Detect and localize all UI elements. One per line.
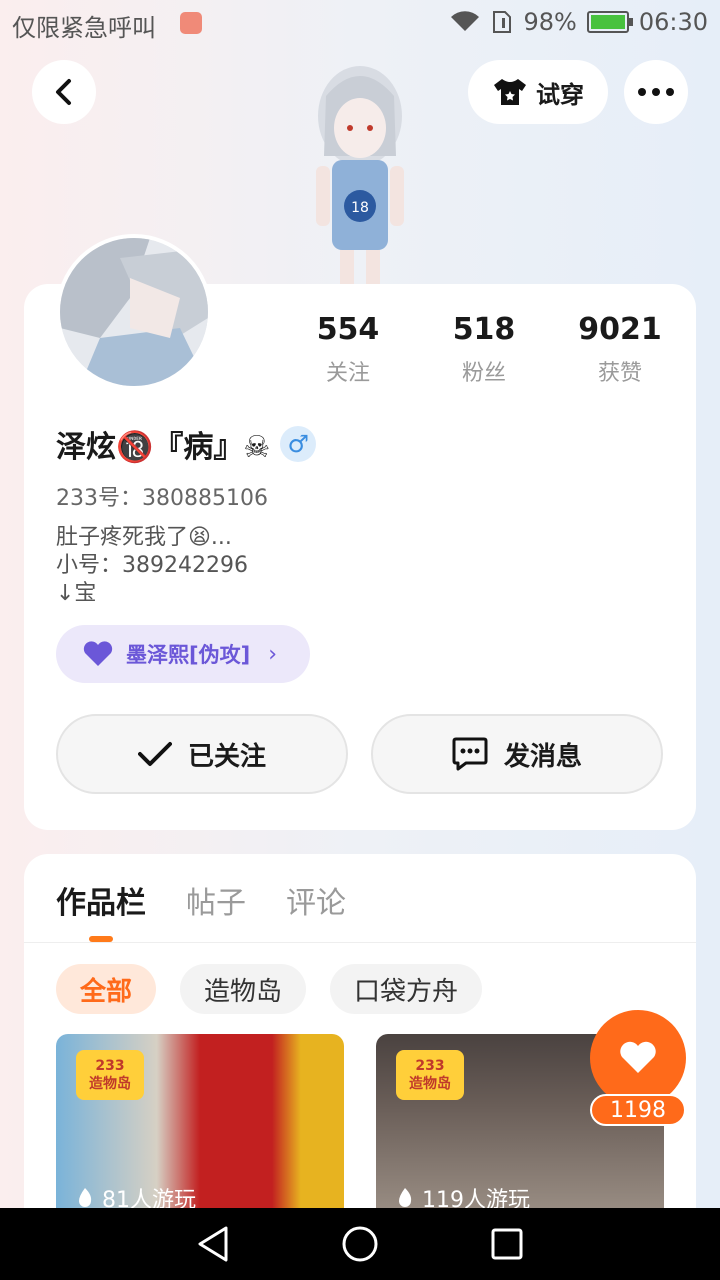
battery-percent: 98% (523, 8, 577, 36)
triangle-back-icon (198, 1226, 228, 1262)
tab-works[interactable]: 作品栏 (56, 878, 146, 922)
filter-creation-island[interactable]: 造物岛 (180, 964, 307, 1014)
stat-value: 554 (316, 312, 380, 347)
chat-bubble-icon (452, 737, 488, 771)
tab-comments[interactable]: 评论 (286, 878, 346, 922)
stat-label: 粉丝 (461, 361, 506, 386)
notification-app-icon (180, 12, 202, 34)
stat-label: 关注 (325, 361, 370, 386)
bio-line: 小号：389242296 (56, 553, 248, 578)
stat-following[interactable]: 554 关注 (280, 312, 416, 387)
square-recents-icon (491, 1228, 523, 1260)
stat-followers[interactable]: 518 粉丝 (416, 312, 552, 387)
wifi-icon (451, 11, 480, 32)
gender-male-icon: ♂ (280, 426, 317, 462)
carrier-text: 仅限紧急呼叫 (12, 14, 156, 42)
user-id[interactable]: 233号：380885106 (56, 480, 268, 512)
stat-value: 518 (452, 312, 516, 347)
flame-icon (79, 1188, 92, 1207)
works-tabs: 作品栏 帖子 评论 (56, 878, 346, 922)
svg-text:18: 18 (351, 200, 369, 216)
heart-icon (620, 1041, 656, 1073)
stat-label: 获赞 (597, 361, 642, 386)
message-button[interactable]: 发消息 (371, 714, 663, 794)
avatar-character-figure[interactable]: 18 (296, 56, 424, 286)
back-button[interactable] (32, 60, 96, 124)
battery-icon (586, 11, 633, 33)
relation-tag[interactable]: 墨泽熙[伪攻] › (56, 625, 310, 683)
system-nav-bar (0, 1208, 720, 1280)
follow-button-label: 已关注 (187, 741, 266, 772)
like-button[interactable] (590, 1010, 686, 1106)
filter-all[interactable]: 全部 (56, 964, 157, 1014)
clock: 06:30 (638, 8, 708, 36)
divider (24, 942, 696, 943)
platform-badge: 233 造物岛 (76, 1050, 144, 1100)
tshirt-icon (494, 79, 526, 105)
message-button-label: 发消息 (503, 741, 582, 772)
heart-icon (83, 641, 113, 666)
name-row: 泽炫🔞『病』☠ ♂ (56, 422, 317, 466)
bio-line: 肚子疼死我了😫... (56, 525, 232, 550)
status-icons: 98% 06:30 (449, 8, 708, 36)
nav-back-button[interactable] (193, 1224, 233, 1264)
chevron-left-icon (56, 79, 71, 105)
avatar-image (60, 238, 208, 386)
works-filters: 全部 造物岛 口袋方舟 (56, 964, 483, 1014)
more-button[interactable] (624, 60, 688, 124)
nav-recents-button[interactable] (487, 1224, 527, 1264)
chevron-right-icon: › (268, 641, 278, 667)
avatar[interactable] (56, 234, 212, 390)
try-on-label: 试穿 (536, 80, 584, 109)
bio: 肚子疼死我了😫... 小号：389242296 ↓宝 (56, 524, 248, 608)
check-icon (137, 742, 172, 766)
tab-posts[interactable]: 帖子 (186, 878, 246, 922)
stat-value: 9021 (578, 312, 662, 347)
platform-badge: 233 造物岛 (396, 1050, 464, 1100)
relation-tag-label: 墨泽熙[伪攻] (126, 643, 251, 667)
sim-icon (493, 11, 512, 33)
nav-home-button[interactable] (340, 1224, 380, 1264)
work-card[interactable]: 233 造物岛 81人游玩 (56, 1034, 344, 1214)
like-count: 1198 (590, 1094, 686, 1126)
circle-home-icon (342, 1226, 378, 1262)
filter-pocket-ark[interactable]: 口袋方舟 (330, 964, 483, 1014)
status-bar: 仅限紧急呼叫 98% 06:30 (0, 0, 720, 48)
try-on-button[interactable]: 试穿 (468, 60, 608, 124)
username: 泽炫🔞『病』☠ (56, 430, 271, 465)
follow-button[interactable]: 已关注 (56, 714, 348, 794)
flame-icon (399, 1188, 412, 1207)
stat-likes[interactable]: 9021 获赞 (552, 312, 688, 387)
more-dots-icon (638, 88, 674, 96)
bio-line: ↓宝 (56, 581, 97, 606)
profile-stats: 554 关注 518 粉丝 9021 获赞 (280, 312, 688, 387)
